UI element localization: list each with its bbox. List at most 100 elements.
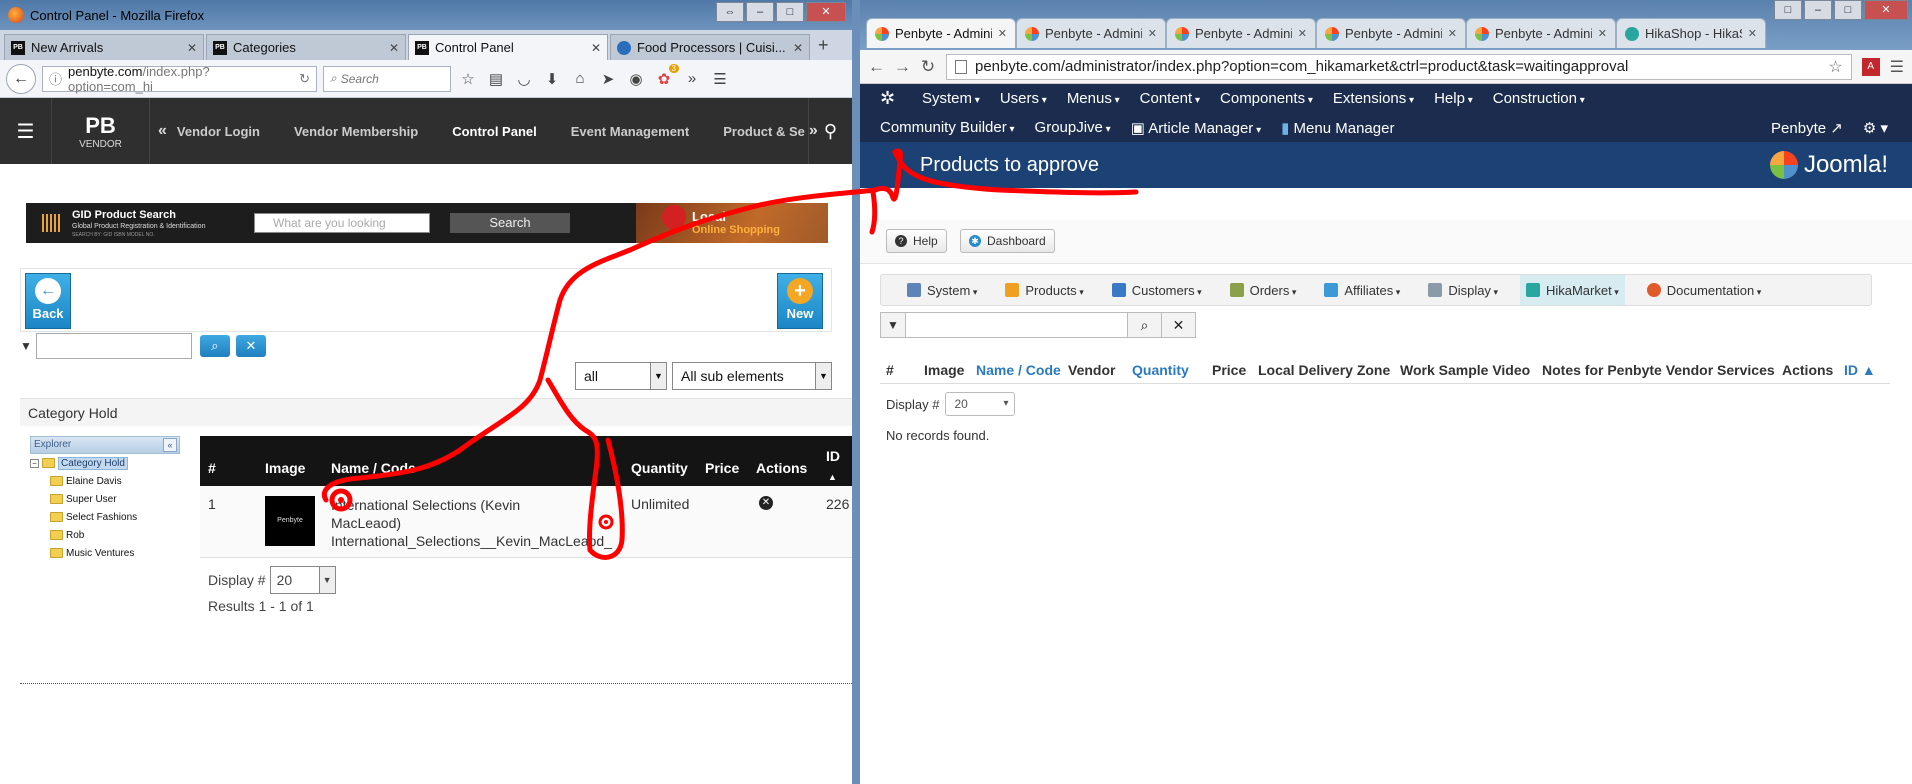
product-name-code[interactable]: International Selections (Kevin MacLeaod… (331, 496, 612, 550)
close-tab-icon[interactable]: ✕ (1148, 27, 1157, 40)
search-button[interactable]: ⌕ (1128, 312, 1162, 338)
hika-menu-affiliates[interactable]: Affiliates (1318, 275, 1406, 305)
menu-menus[interactable]: Menus (1067, 90, 1120, 107)
settings-gear-icon[interactable]: ⚙ ▾ (1863, 119, 1888, 137)
header-name-code[interactable]: Name / Code (976, 362, 1061, 378)
maximize-button[interactable]: □ (776, 2, 804, 22)
nav-vendor-login[interactable]: Vendor Login (177, 124, 260, 139)
menu-extensions[interactable]: Extensions (1333, 90, 1414, 107)
hika-menu-system[interactable]: System (901, 275, 983, 305)
chrome-menu-icon[interactable]: ☰ (1890, 57, 1904, 77)
clear-filter-button[interactable]: ✕ (235, 335, 266, 357)
chrome-tab-3[interactable]: Penbyte - Adminis ✕ (1166, 18, 1316, 48)
nav-prev-icon[interactable]: « (158, 122, 167, 140)
dashboard-button[interactable]: ✱ Dashboard (960, 229, 1055, 253)
bookmark-star-icon[interactable]: ☆ (457, 70, 479, 88)
product-name[interactable]: International Selections (Kevin MacLeaod… (331, 496, 581, 532)
collapse-node-icon[interactable]: − (30, 458, 39, 468)
header-id[interactable]: ID ▲ (1844, 362, 1876, 378)
banner-search-button[interactable]: Search (450, 213, 570, 233)
menu-system[interactable]: System (922, 90, 980, 107)
resize-button[interactable]: ⇔ (716, 2, 744, 22)
joomla-logo-icon[interactable]: ✲ (880, 88, 902, 109)
nav-event-management[interactable]: Event Management (571, 124, 689, 139)
chrome-tab-4[interactable]: Penbyte - Adminis ✕ (1316, 18, 1466, 48)
menu-groupjive[interactable]: GroupJive (1035, 119, 1111, 136)
header-quantity[interactable]: Quantity (631, 460, 688, 476)
site-search-icon[interactable]: ⚲ (808, 98, 852, 164)
help-button[interactable]: ? Help (886, 229, 947, 253)
filter-input[interactable] (35, 333, 192, 359)
minimize-button[interactable]: – (746, 2, 774, 22)
menu-components[interactable]: Components (1220, 90, 1313, 107)
menu-article-manager[interactable]: ▣ Article Manager (1131, 119, 1261, 137)
back-arrow-icon[interactable]: ← (6, 63, 36, 94)
close-tab-icon[interactable]: ✕ (1448, 27, 1457, 40)
header-price[interactable]: Price (705, 460, 739, 476)
minimize-button[interactable]: – (1804, 0, 1832, 20)
table-row[interactable]: 1 Penbyte International Selections (Kevi… (200, 486, 852, 558)
tree-item[interactable]: Music Ventures (30, 544, 180, 562)
chat-icon[interactable]: ◉ (625, 70, 647, 88)
hamburger-menu-icon[interactable]: ☰ (709, 70, 731, 88)
nav-vendor-membership[interactable]: Vendor Membership (294, 124, 418, 139)
chrome-tab-6[interactable]: HikaShop - HikaSl ✕ (1616, 18, 1766, 48)
chrome-tab-1[interactable]: Penbyte - Adminis ✕ (866, 18, 1016, 48)
menu-construction[interactable]: Construction (1493, 90, 1585, 107)
bookmark-star-icon[interactable]: ☆ (1828, 57, 1842, 77)
menu-help[interactable]: Help (1434, 90, 1473, 107)
header-name-code[interactable]: Name / Code (331, 460, 416, 476)
close-tab-icon[interactable]: ✕ (187, 41, 197, 55)
tab-new-arrivals[interactable]: PB New Arrivals ✕ (4, 34, 204, 60)
url-bar[interactable]: ⓘ penbyte.com/index.php?option=com_hi ↻ (42, 64, 317, 94)
display-select[interactable]: 20 (945, 392, 1016, 416)
extension-icon[interactable]: ✿ 3 (653, 63, 679, 88)
nav-product-services[interactable]: Product & Se (723, 124, 805, 139)
close-tab-icon[interactable]: ✕ (998, 27, 1007, 40)
header-quantity[interactable]: Quantity (1132, 362, 1189, 378)
close-tab-icon[interactable]: ✕ (1748, 27, 1757, 40)
user-link[interactable]: Penbyte ↗ (1771, 119, 1843, 137)
reload-icon[interactable]: ↻ (299, 71, 310, 87)
tab-categories[interactable]: PB Categories ✕ (206, 34, 406, 60)
search-button[interactable]: ⌕ (199, 335, 230, 357)
chrome-tab-5[interactable]: Penbyte - Adminis ✕ (1466, 18, 1616, 48)
filter-input[interactable] (906, 312, 1128, 338)
header-id[interactable]: ID (826, 448, 840, 464)
hika-menu-hikamarket[interactable]: HikaMarket (1519, 275, 1625, 305)
tree-item[interactable]: Select Fashions (30, 508, 180, 526)
clear-filter-button[interactable]: ✕ (1162, 312, 1196, 338)
reload-icon[interactable]: ↻ (920, 57, 936, 77)
nav-control-panel[interactable]: Control Panel (452, 124, 537, 139)
menu-content[interactable]: Content (1140, 90, 1200, 107)
tree-item[interactable]: Elaine Davis (30, 472, 180, 490)
close-tab-icon[interactable]: ✕ (389, 41, 399, 55)
close-tab-icon[interactable]: ✕ (1598, 27, 1607, 40)
pocket-icon[interactable]: ◡ (513, 70, 535, 88)
tree-item[interactable]: Rob (30, 526, 180, 544)
omnibox[interactable]: penbyte.com/administrator/index.php?opti… (946, 53, 1852, 80)
send-icon[interactable]: ➤ (597, 70, 619, 88)
product-thumbnail[interactable]: Penbyte (265, 496, 315, 546)
filter-all-select[interactable]: all ▼ (575, 362, 667, 390)
hika-menu-customers[interactable]: Customers (1106, 275, 1208, 305)
menu-users[interactable]: Users (1000, 90, 1047, 107)
menu-community-builder[interactable]: Community Builder (880, 119, 1015, 136)
tree-item[interactable]: Super User (30, 490, 180, 508)
overflow-icon[interactable]: » (681, 70, 703, 87)
close-button[interactable]: ✕ (806, 2, 846, 22)
download-icon[interactable]: ⬇ (541, 70, 563, 88)
new-tab-icon[interactable]: + (812, 35, 835, 60)
user-icon[interactable]: □ (1774, 0, 1802, 20)
maximize-button[interactable]: □ (1834, 0, 1862, 20)
collapse-icon[interactable]: « (163, 438, 177, 452)
close-tab-icon[interactable]: ✕ (1298, 27, 1307, 40)
reading-list-icon[interactable]: ▤ (485, 70, 507, 88)
hika-menu-orders[interactable]: Orders (1224, 275, 1303, 305)
pdf-extension-icon[interactable]: A (1861, 57, 1880, 76)
new-button[interactable]: + New (777, 273, 823, 329)
menu-toggle-icon[interactable]: ☰ (0, 98, 52, 164)
site-logo[interactable]: PB VENDOR (52, 98, 150, 164)
menu-menu-manager[interactable]: ▮ Menu Manager (1281, 119, 1394, 137)
hika-menu-products[interactable]: Products (999, 275, 1089, 305)
